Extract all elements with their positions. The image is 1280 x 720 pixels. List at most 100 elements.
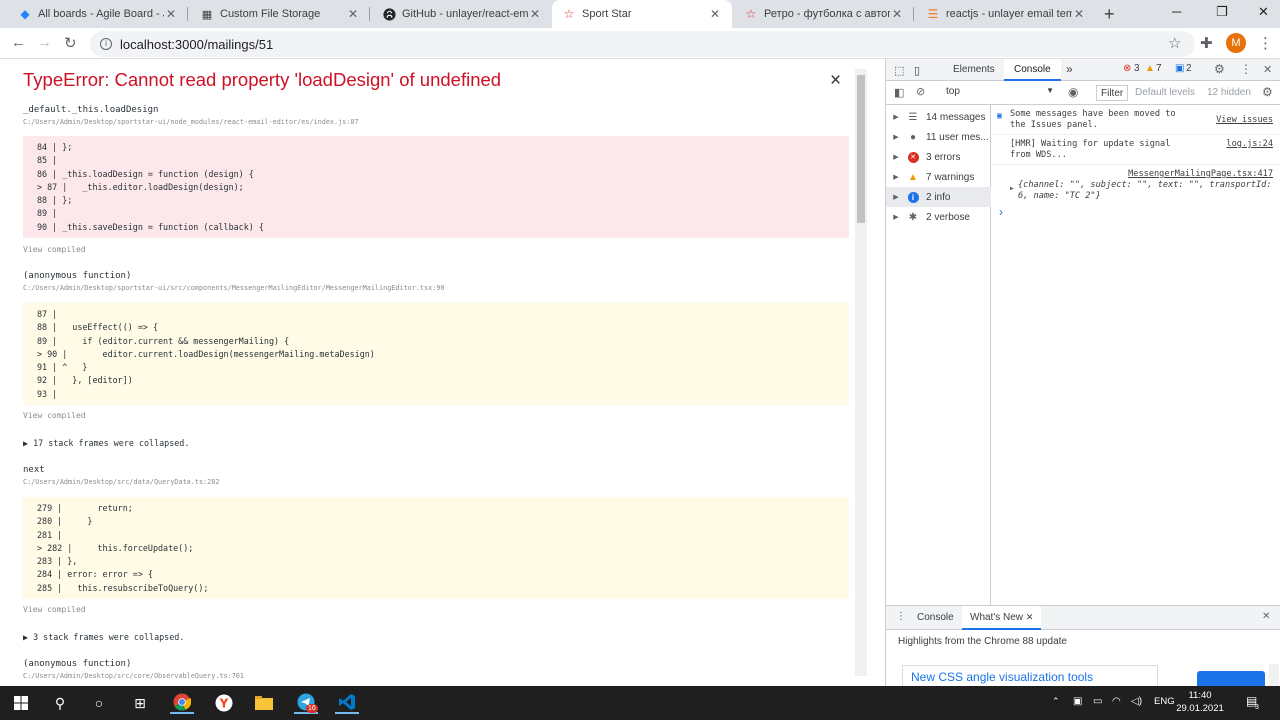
extensions-puzzle-icon[interactable]: ✚ <box>1200 34 1213 52</box>
view-issues-link[interactable]: View issues <box>1216 115 1273 126</box>
clear-console-icon[interactable]: ⊘ <box>916 85 925 98</box>
inspect-element-icon[interactable]: ⬚ <box>894 64 904 77</box>
new-tab-icon[interactable]: + <box>1104 4 1115 25</box>
telegram-icon[interactable]: 16 <box>294 692 318 714</box>
tray-app-icon[interactable]: ▣ <box>1073 696 1082 707</box>
context-select[interactable]: top ▼ <box>938 84 1058 101</box>
source-link[interactable]: MessengerMailingPage.tsx:417 <box>1010 169 1273 180</box>
source-link[interactable]: log.js:24 <box>1226 139 1273 150</box>
close-tab-icon[interactable]: ✕ <box>346 7 360 21</box>
battery-icon[interactable]: ▭ <box>1093 696 1102 707</box>
log-levels-select[interactable]: Default levels <box>1135 87 1195 98</box>
code-line: 89 | <box>37 208 58 219</box>
collapsed-frames-toggle[interactable]: ▶ 3 stack frames were collapsed. <box>23 632 184 642</box>
filter-input[interactable]: Filter <box>1096 85 1128 101</box>
tab-elements[interactable]: Elements <box>953 64 995 75</box>
view-compiled-link[interactable]: View compiled <box>23 245 86 254</box>
expand-arrow-icon[interactable]: ▶ <box>886 193 906 201</box>
search-icon[interactable]: ⚲ <box>48 692 72 714</box>
code-line: 86 | _this.loadDesign = function (design… <box>37 168 254 179</box>
devtools-menu-icon[interactable]: ⋮ <box>1240 62 1252 76</box>
reload-icon[interactable]: ↻ <box>64 34 77 52</box>
close-icon[interactable]: × <box>830 70 841 92</box>
browser-tab-strip: ◆ All boards - Agile Board - JIR ✕ ▦ Cus… <box>0 0 1280 28</box>
sidebar-item-messages[interactable]: ▶ ☰ 14 messages <box>886 107 991 127</box>
drawer-scrollbar[interactable] <box>1269 664 1279 687</box>
sidebar-toggle-icon[interactable]: ◧ <box>894 86 904 99</box>
address-bar[interactable]: i localhost:3000/mailings/51 <box>90 31 1195 57</box>
issues-icon[interactable]: ▣ <box>1175 63 1184 74</box>
code-line: 92 | }, [editor]) <box>37 375 133 386</box>
logged-object[interactable]: {channel: "", subject: "", text: "", tra… <box>1010 180 1273 202</box>
expand-arrow-icon[interactable]: ▶ <box>886 113 906 121</box>
close-tab-icon[interactable]: ✕ <box>708 7 722 21</box>
chrome-icon[interactable] <box>170 692 194 714</box>
browser-tab[interactable]: ☆ Ретро - футболка с автогра ✕ <box>734 0 914 28</box>
close-tab-icon[interactable]: ✕ <box>890 7 904 21</box>
bookmark-star-icon[interactable]: ☆ <box>1168 34 1181 52</box>
settings-gear-icon[interactable]: ⚙ <box>1214 62 1225 76</box>
tray-overflow-icon[interactable]: ⌃ <box>1052 696 1060 707</box>
collapsed-frames-toggle[interactable]: ▶ 17 stack frames were collapsed. <box>23 438 189 448</box>
feature-item[interactable]: New CSS angle visualization tools <box>902 665 1158 687</box>
close-devtools-icon[interactable]: ✕ <box>1263 63 1272 76</box>
browser-tab[interactable]: GitHub - unlayer/react-email ✕ <box>372 0 552 28</box>
minimize-icon[interactable]: ─ <box>1172 4 1181 19</box>
tab-title: GitHub - unlayer/react-email <box>402 8 528 20</box>
expand-arrow-icon[interactable]: ▶ <box>886 173 906 181</box>
sidebar-item-verbose[interactable]: ▶ ✱ 2 verbose <box>886 207 991 227</box>
site-info-icon[interactable]: i <box>100 38 112 50</box>
view-compiled-link[interactable]: View compiled <box>23 605 86 614</box>
overlay-scrollbar[interactable] <box>855 69 867 676</box>
vscode-icon[interactable] <box>335 692 359 714</box>
browser-tab-active[interactable]: ☆ Sport Star ✕ <box>552 0 732 28</box>
restore-window-icon[interactable]: ❐ <box>1216 4 1228 20</box>
sidebar-item-errors[interactable]: ▶ ✕ 3 errors <box>886 147 991 167</box>
more-tabs-icon[interactable]: » <box>1066 62 1073 76</box>
error-count-icon[interactable]: ⊗ <box>1123 63 1131 74</box>
expand-arrow-icon[interactable]: ▶ <box>886 133 906 141</box>
tab-console[interactable]: Console <box>1004 59 1061 81</box>
browser-tab[interactable]: ☰ reactjs - unlayer email templ ✕ <box>916 0 1096 28</box>
whats-new-panel: Highlights from the Chrome 88 update New… <box>886 630 1280 687</box>
drawer-tab-whats-new[interactable]: What's New ✕ <box>962 606 1042 630</box>
console-settings-gear-icon[interactable]: ⚙ <box>1262 85 1273 99</box>
forward-arrow-icon[interactable]: → <box>37 34 52 51</box>
drawer-menu-icon[interactable]: ⋮ <box>896 611 906 622</box>
tab-title: reactjs - unlayer email templ <box>946 8 1072 20</box>
browser-tab[interactable]: ▦ Custom File Storage ✕ <box>190 0 370 28</box>
drawer-tab-console[interactable]: Console <box>917 612 954 623</box>
view-compiled-link[interactable]: View compiled <box>23 411 86 420</box>
volume-icon[interactable]: ◁) <box>1131 696 1142 707</box>
close-tab-icon[interactable]: ✕ <box>528 7 542 21</box>
profile-avatar[interactable]: M <box>1226 33 1246 53</box>
code-line: 93 | <box>37 388 58 399</box>
cortana-icon[interactable]: ○ <box>87 692 111 714</box>
close-tab-icon[interactable]: ✕ <box>164 7 178 21</box>
device-toolbar-icon[interactable]: ▯ <box>914 64 920 77</box>
close-tab-icon[interactable]: ✕ <box>1072 7 1086 21</box>
warning-count-icon[interactable]: ▲ <box>1145 63 1155 74</box>
back-arrow-icon[interactable]: ← <box>11 34 26 51</box>
close-drawer-icon[interactable]: ✕ <box>1262 611 1270 622</box>
close-window-icon[interactable]: ✕ <box>1258 4 1269 20</box>
tab-separator <box>369 7 370 21</box>
console-prompt[interactable]: › <box>999 205 1003 219</box>
expand-object-icon[interactable]: ▶ <box>1010 183 1014 194</box>
scrollbar-thumb[interactable] <box>857 75 865 223</box>
browser-tab[interactable]: ◆ All boards - Agile Board - JIR ✕ <box>8 0 188 28</box>
sidebar-item-warnings[interactable]: ▶ ▲ 7 warnings <box>886 167 991 187</box>
close-tab-icon[interactable]: ✕ <box>1026 612 1034 622</box>
task-view-icon[interactable]: ⊞ <box>128 692 152 714</box>
live-expression-eye-icon[interactable]: ◉ <box>1068 85 1078 99</box>
browser-menu-icon[interactable]: ⋮ <box>1258 34 1273 52</box>
windows-start-icon[interactable] <box>9 692 33 714</box>
wifi-icon[interactable]: ◠ <box>1112 696 1121 707</box>
sidebar-item-info[interactable]: ▶ i 2 info <box>886 187 991 207</box>
expand-arrow-icon[interactable]: ▶ <box>886 153 906 161</box>
clock[interactable]: 11:40 29.01.2021 <box>1170 689 1230 715</box>
expand-arrow-icon[interactable]: ▶ <box>886 213 906 221</box>
sidebar-item-user-messages[interactable]: ▶ ● 11 user mes... <box>886 127 991 147</box>
yandex-browser-icon[interactable]: Y <box>212 692 236 714</box>
file-explorer-icon[interactable] <box>252 692 276 714</box>
